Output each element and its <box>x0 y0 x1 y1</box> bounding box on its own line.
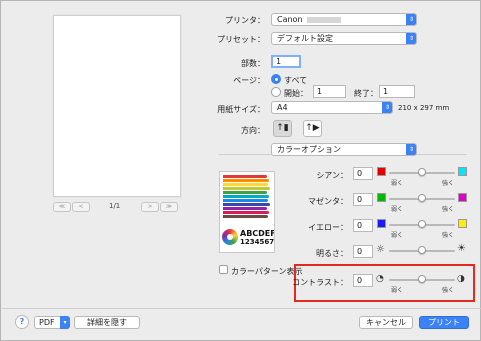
yellow-weak-label: 弱く <box>391 232 404 239</box>
hide-details-button[interactable]: 詳細を隠す <box>74 316 140 329</box>
thumbnail-text-1: ABCDEF <box>240 229 275 238</box>
sun-bright-icon: ☀ <box>457 243 466 254</box>
page-count: 1/1 <box>109 202 121 210</box>
pdf-menu-button[interactable]: PDF ▾ <box>34 316 70 329</box>
magenta-label: マゼンタ： <box>308 197 348 206</box>
pages-from-label: 開始： <box>284 89 308 98</box>
yellow-strong-label: 強く <box>442 232 455 239</box>
magenta-swatch <box>458 193 467 202</box>
cyan-strong-label: 強く <box>442 180 455 187</box>
help-button[interactable]: ? <box>15 315 29 329</box>
pages-from-field[interactable]: 1 <box>313 85 346 98</box>
contrast-label: コントラスト： <box>292 278 348 287</box>
pdf-label: PDF <box>39 318 55 327</box>
preset-select[interactable]: デフォルト設定 ⇕ <box>271 32 417 45</box>
cyan-weak-label: 弱く <box>391 180 404 187</box>
yellow-swatch <box>458 219 467 228</box>
preview-pager: ≪ < 1/1 > ≫ <box>53 202 183 214</box>
color-wheel-icon <box>222 229 238 245</box>
pages-range-radio[interactable] <box>271 87 281 97</box>
cancel-button[interactable]: キャンセル <box>359 316 413 329</box>
contrast-field[interactable]: 0 <box>353 274 373 287</box>
portrait-icon: ↑▮ <box>276 123 289 133</box>
green-swatch <box>377 193 386 202</box>
prev-page-button[interactable]: < <box>72 202 90 212</box>
colored-pencils-image <box>223 175 271 219</box>
thumbnail-text-2: 1234567 <box>240 238 275 246</box>
magenta-strong-label: 強く <box>442 206 455 213</box>
pages-label: ページ： <box>233 76 265 85</box>
printer-model-redacted <box>306 16 341 23</box>
page-preview <box>53 15 181 197</box>
brightness-field[interactable]: 0 <box>353 245 373 258</box>
contrast-weak-label: 弱く <box>391 287 404 294</box>
preset-label: プリセット： <box>217 35 265 44</box>
preset-value: デフォルト設定 <box>277 34 333 43</box>
color-pattern-checkbox[interactable] <box>219 265 228 274</box>
chevron-updown-icon: ⇕ <box>406 33 416 44</box>
next-page-button[interactable]: > <box>141 202 159 212</box>
yellow-field[interactable]: 0 <box>353 219 373 232</box>
yellow-slider-knob[interactable] <box>418 220 426 228</box>
section-value: カラーオプション <box>277 145 341 154</box>
brightness-slider-knob[interactable] <box>418 246 426 254</box>
copies-label: 部数： <box>241 59 265 68</box>
yellow-label: イエロー： <box>308 223 348 232</box>
orientation-label: 方向： <box>241 126 265 135</box>
pages-all-radio[interactable] <box>271 74 281 84</box>
contrast-strong-label: 強く <box>442 287 455 294</box>
chevron-updown-icon: ⇕ <box>382 102 392 113</box>
magenta-weak-label: 弱く <box>391 206 404 213</box>
blue-swatch <box>377 219 386 228</box>
first-page-button[interactable]: ≪ <box>53 202 71 212</box>
red-swatch <box>377 167 386 176</box>
cyan-label: シアン： <box>316 171 348 180</box>
chevron-down-icon: ▾ <box>60 316 70 329</box>
paper-dimensions: 210 x 297 mm <box>398 104 450 112</box>
last-page-button[interactable]: ≫ <box>160 202 178 212</box>
printer-label: プリンタ： <box>225 16 265 25</box>
cyan-field[interactable]: 0 <box>353 167 373 180</box>
paper-size-label: 用紙サイズ： <box>217 105 265 114</box>
contrast-low-icon: ◔ <box>376 274 384 284</box>
contrast-high-icon: ◑ <box>457 274 465 284</box>
copies-field[interactable]: 1 <box>271 55 301 68</box>
orientation-portrait-button[interactable]: ↑▮ <box>273 120 292 137</box>
magenta-slider-knob[interactable] <box>418 194 426 202</box>
cyan-slider-knob[interactable] <box>418 168 426 176</box>
chevron-updown-icon: ⇕ <box>406 144 416 155</box>
chevron-updown-icon: ⇕ <box>406 14 416 25</box>
color-pattern-label: カラーパターン表示 <box>231 267 303 276</box>
printer-select[interactable]: Canon ⇕ <box>271 13 417 26</box>
pages-to-label: 終了： <box>354 89 378 98</box>
contrast-slider-knob[interactable] <box>418 275 426 283</box>
magenta-field[interactable]: 0 <box>353 193 373 206</box>
section-select[interactable]: カラーオプション ⇕ <box>271 143 417 156</box>
pages-all-label: すべて <box>284 76 308 85</box>
orientation-landscape-button[interactable]: ↑▶ <box>303 120 322 137</box>
color-sample-thumbnail: ABCDEF 1234567 <box>219 171 275 253</box>
brightness-label: 明るさ： <box>316 249 348 258</box>
print-button[interactable]: プリント <box>419 316 469 329</box>
sun-dim-icon: ☼ <box>376 244 385 255</box>
pages-to-field[interactable]: 1 <box>379 85 415 98</box>
paper-size-select[interactable]: A4 ⇕ <box>271 101 393 114</box>
paper-size-value: A4 <box>277 103 288 112</box>
printer-value: Canon <box>277 15 303 24</box>
cyan-swatch <box>458 167 467 176</box>
print-dialog: ≪ < 1/1 > ≫ プリンタ： Canon ⇕ プリセット： デフォルト設定… <box>0 0 481 341</box>
landscape-icon: ↑▶ <box>305 123 320 133</box>
